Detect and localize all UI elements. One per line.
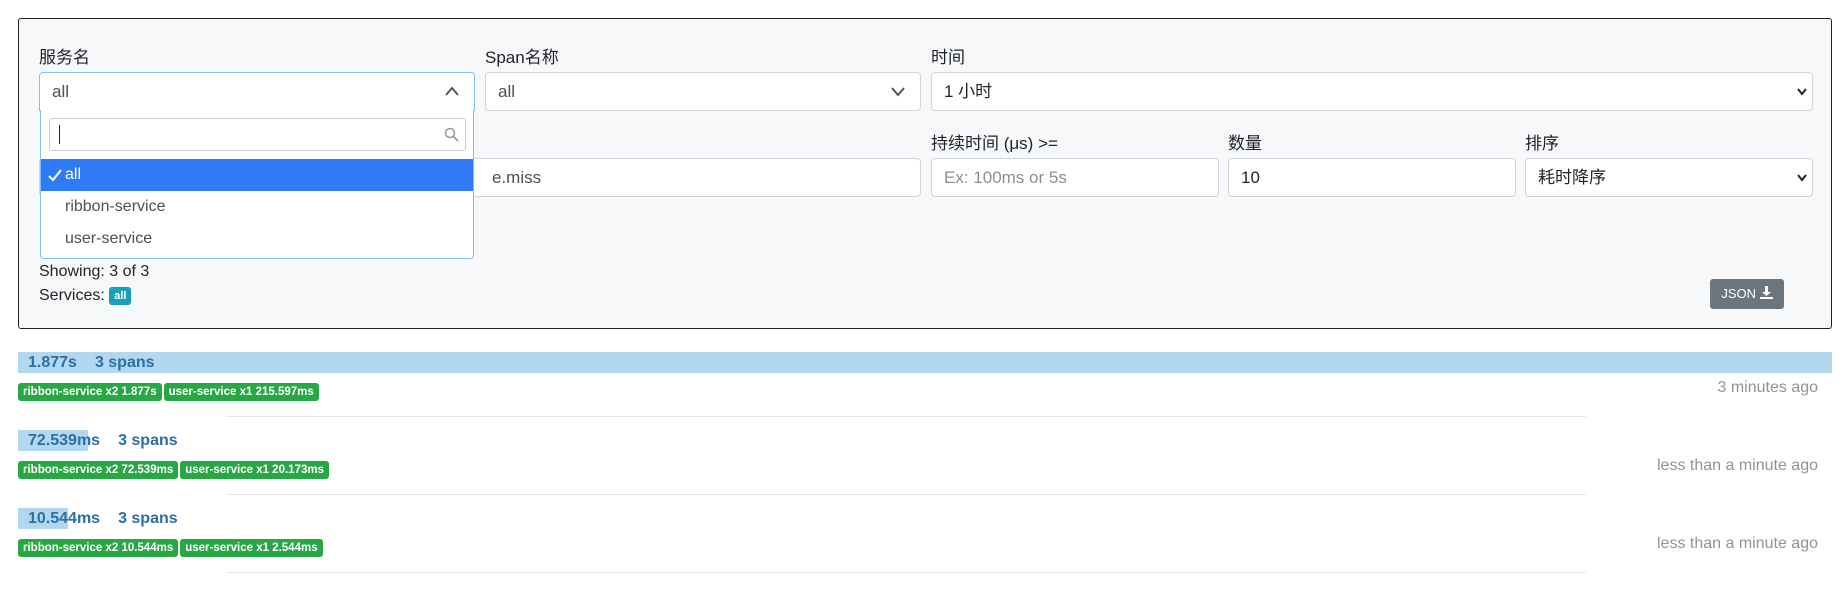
trace-duration: 72.539ms [28,432,101,449]
dropdown-option-user-service[interactable]: user-service [41,223,473,255]
trace-duration: 10.544ms [28,510,101,527]
trace-header: 1.877s 3 spans [28,352,155,373]
dropdown-option-all[interactable]: all [41,159,473,191]
trace-services: ribbon-service x2 72.539ms user-service x… [18,458,331,479]
service-label: 服务名 [39,48,90,67]
trace-duration: 1.877s [28,354,77,371]
duration-label: 持续时间 (μs) >= [931,134,1058,153]
service-badge: ribbon-service x2 1.877s [18,383,162,401]
time-label: 时间 [931,48,965,67]
dropdown-option-label: ribbon-service [65,198,166,215]
sort-select-value: 耗时降序 [1538,168,1606,187]
divider [226,494,1586,495]
chevron-up-icon [444,73,460,110]
time-select[interactable]: 1 小时 [931,72,1813,111]
trace-span-count: 3 spans [118,510,178,527]
service-badge: user-service x1 20.173ms [180,461,329,479]
service-dropdown: all ribbon-service user-service [40,110,474,259]
span-name-label: Span名称 [485,48,559,67]
trace-header: 72.539ms 3 spans [28,430,178,451]
trace-timestamp: 3 minutes ago [1717,379,1818,396]
showing-count: Showing: 3 of 3 [39,263,150,280]
sort-select[interactable]: 耗时降序 [1525,158,1813,197]
dropdown-option-label: user-service [65,230,153,247]
text-caret [59,125,60,144]
dropdown-option-ribbon-service[interactable]: ribbon-service [41,191,473,223]
trace-timestamp: less than a minute ago [1657,457,1818,474]
service-select[interactable]: all [39,72,475,111]
download-icon [1759,280,1773,310]
services-label: Services: [39,287,105,305]
span-name-select[interactable]: all [485,72,921,111]
trace-span-count: 3 spans [94,354,155,371]
services-summary: Services: all [39,287,132,305]
trace-header: 10.544ms 3 spans [28,508,178,529]
span-name-select-value: all [498,82,516,101]
search-icon [444,127,459,147]
divider [226,572,1586,573]
trace-timestamp: less than a minute ago [1657,535,1818,552]
chevron-down-icon [1796,73,1808,110]
services-badge[interactable]: all [109,287,132,305]
trace-item[interactable]: 10.544ms 3 spans ribbon-service x2 10.544… [18,508,1832,572]
dropdown-search-input[interactable] [49,118,466,151]
json-button-label: JSON [1721,286,1757,301]
chevron-down-icon [890,73,906,110]
service-select-value: all [52,82,70,101]
duration-input[interactable]: Ex: 100ms or 5s [931,158,1219,197]
trace-item[interactable]: 1.877s 3 spans ribbon-service x2 1.877s us… [18,352,1832,416]
json-download-button[interactable]: JSON [1710,279,1784,309]
chevron-down-icon [1796,159,1808,196]
sort-label: 排序 [1525,134,1559,153]
duration-placeholder: Ex: 100ms or 5s [944,168,1067,187]
count-input[interactable]: 10 [1228,158,1516,197]
count-value: 10 [1241,168,1260,187]
service-badge: user-service x1 215.597ms [163,383,319,401]
trace-span-count: 3 spans [118,432,178,449]
trace-services: ribbon-service x2 10.544ms user-service x… [18,536,325,557]
trace-item[interactable]: 72.539ms 3 spans ribbon-service x2 72.539… [18,430,1832,494]
service-badge: user-service x1 2.544ms [180,539,323,557]
annotation-query-value: e.miss [492,168,542,187]
time-select-value: 1 小时 [944,82,993,101]
trace-services: ribbon-service x2 1.877s user-service x1 … [18,380,321,401]
dropdown-option-label: all [65,166,82,183]
divider [226,416,1586,417]
duration-bar [18,352,1832,373]
count-label: 数量 [1228,134,1262,153]
service-badge: ribbon-service x2 10.544ms [18,539,179,557]
service-badge: ribbon-service x2 72.539ms [18,461,179,479]
